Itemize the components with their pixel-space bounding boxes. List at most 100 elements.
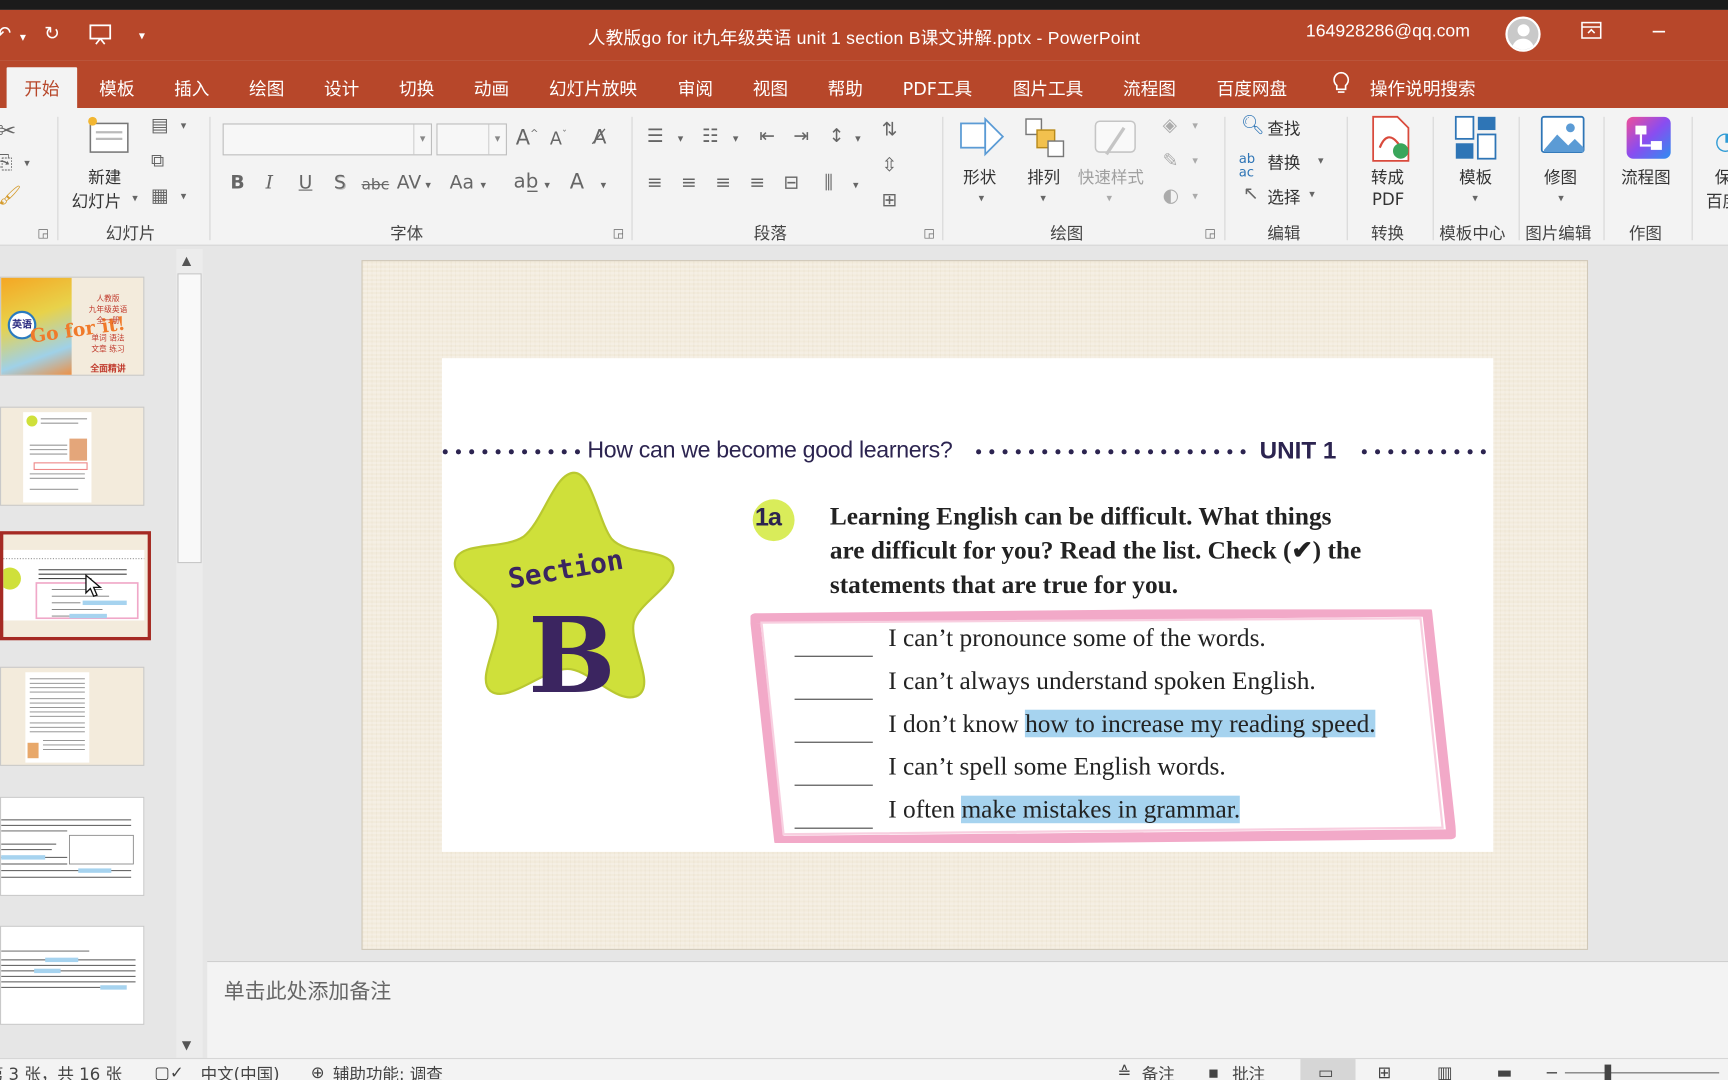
numbering-icon[interactable]: ☷: [702, 127, 719, 147]
convert-pdf-label[interactable]: 转成: [1371, 165, 1404, 188]
tab-transitions[interactable]: 切换: [399, 74, 434, 100]
shadow-icon[interactable]: S: [334, 174, 346, 193]
copy-dropdown-icon[interactable]: ▾: [24, 158, 30, 170]
shape-fill-icon[interactable]: ◈: [1163, 116, 1177, 136]
italic-icon[interactable]: I: [266, 174, 273, 193]
shapes-icon[interactable]: [959, 115, 1007, 161]
clear-format-icon[interactable]: A̸: [593, 127, 607, 148]
scrollbar-thumb[interactable]: [177, 273, 202, 564]
notes-button[interactable]: 备注: [1142, 1062, 1175, 1080]
thumbnails-scrollbar[interactable]: ▲ ▼: [176, 249, 203, 1058]
checkbox-blank[interactable]: [794, 655, 873, 657]
new-slide-dropdown-icon[interactable]: ▾: [132, 193, 138, 205]
chevron-down-icon[interactable]: ▾: [1318, 156, 1324, 167]
cut-icon[interactable]: ✂: [0, 119, 16, 141]
chevron-down-icon[interactable]: ▾: [1192, 121, 1198, 132]
comments-icon[interactable]: ▪: [1208, 1062, 1219, 1080]
new-slide-icon[interactable]: [86, 115, 130, 157]
chevron-down-icon[interactable]: ▾: [413, 124, 431, 155]
section-dropdown-icon[interactable]: ▾: [181, 191, 187, 203]
reset-icon[interactable]: ⧉: [151, 152, 164, 171]
chevron-down-icon[interactable]: ▾: [1106, 193, 1112, 205]
bullets-icon[interactable]: ☰: [647, 127, 664, 147]
chevron-down-icon[interactable]: ▾: [979, 193, 985, 205]
chevron-down-icon[interactable]: ▾: [1558, 193, 1564, 205]
strikethrough-icon[interactable]: abc: [361, 177, 389, 192]
zoom-slider-thumb[interactable]: [1604, 1064, 1612, 1080]
replace-icon[interactable]: ab ac: [1239, 152, 1256, 178]
quick-styles-label[interactable]: 快速样式: [1078, 165, 1144, 188]
chevron-down-icon[interactable]: ▾: [855, 134, 861, 145]
normal-view-icon[interactable]: ▭: [1318, 1062, 1334, 1080]
tab-baidu-netdisk[interactable]: 百度网盘: [1217, 74, 1288, 100]
underline-icon[interactable]: U: [299, 174, 313, 193]
columns-icon[interactable]: ⫼: [824, 174, 833, 193]
scroll-up-icon[interactable]: ▲: [182, 253, 191, 267]
align-right-icon[interactable]: ≡: [715, 174, 731, 193]
language-status[interactable]: 中文(中国): [201, 1062, 280, 1080]
chevron-down-icon[interactable]: ▾: [488, 124, 506, 155]
accessibility-icon[interactable]: ⊕: [311, 1062, 325, 1080]
zoom-out-icon[interactable]: −: [1545, 1062, 1559, 1080]
picture-edit-icon[interactable]: [1540, 115, 1586, 159]
tab-flowchart[interactable]: 流程图: [1123, 74, 1176, 100]
chevron-down-icon[interactable]: ▾: [733, 134, 739, 145]
chevron-down-icon[interactable]: ▾: [544, 180, 550, 192]
account-email[interactable]: 164928286@qq.com: [1306, 22, 1470, 42]
chevron-down-icon[interactable]: ▾: [1040, 193, 1046, 205]
tab-view[interactable]: 视图: [753, 74, 788, 100]
replace-label[interactable]: 替换: [1267, 151, 1300, 174]
tab-animations[interactable]: 动画: [474, 74, 509, 100]
template-label[interactable]: 模板: [1459, 165, 1492, 188]
convert-pdf-label-2[interactable]: PDF: [1372, 190, 1404, 210]
flowchart-label[interactable]: 流程图: [1621, 165, 1671, 188]
checkbox-blank[interactable]: [794, 741, 873, 743]
slide-thumbnail-3-selected[interactable]: [0, 531, 151, 641]
slideshow-view-icon[interactable]: ▬: [1497, 1062, 1513, 1080]
distributed-icon[interactable]: ⊟: [784, 174, 800, 193]
slide-thumbnail-6[interactable]: [0, 925, 145, 1025]
minimize-icon[interactable]: ─: [1653, 21, 1665, 44]
chevron-down-icon[interactable]: ▾: [425, 180, 431, 192]
clipboard-launcher-icon[interactable]: ◲: [37, 227, 48, 239]
tab-insert[interactable]: 插入: [174, 74, 209, 100]
layout-icon[interactable]: ▤: [151, 116, 169, 136]
chevron-down-icon[interactable]: ▾: [1472, 193, 1478, 205]
accessibility-status[interactable]: 辅助功能: 调查: [333, 1062, 443, 1080]
shape-effects-icon[interactable]: ◐: [1163, 187, 1179, 206]
copy-icon[interactable]: ⎘: [0, 154, 13, 173]
tab-template[interactable]: 模板: [99, 74, 134, 100]
align-text-icon[interactable]: ⇳: [882, 156, 898, 175]
find-icon[interactable]: 🔍︎: [1241, 116, 1265, 136]
bold-icon[interactable]: B: [230, 174, 244, 193]
shape-outline-icon[interactable]: ✎: [1163, 152, 1179, 171]
picture-edit-label[interactable]: 修图: [1544, 165, 1577, 188]
justify-icon[interactable]: ≡: [749, 174, 765, 193]
font-launcher-icon[interactable]: ◲: [613, 227, 624, 239]
new-slide-label-2[interactable]: 幻灯片: [72, 190, 122, 213]
tab-picture-tools[interactable]: 图片工具: [1013, 74, 1084, 100]
highlight-color-icon[interactable]: ab̲: [514, 171, 539, 192]
notes-placeholder[interactable]: 单击此处添加备注: [224, 975, 392, 1005]
checkbox-blank[interactable]: [794, 784, 873, 786]
slide-thumbnail-5[interactable]: [0, 796, 145, 896]
checkbox-blank[interactable]: [794, 698, 873, 700]
arrange-icon[interactable]: [1024, 117, 1068, 161]
line-spacing-icon[interactable]: ↕: [829, 127, 845, 147]
align-left-icon[interactable]: ≡: [647, 174, 663, 193]
zoom-slider[interactable]: [1564, 1072, 1720, 1074]
baidu-save-label-2[interactable]: 百度: [1706, 190, 1728, 213]
chevron-down-icon[interactable]: ▾: [678, 134, 684, 145]
tab-slideshow[interactable]: 幻灯片放映: [549, 74, 637, 100]
textbook-image[interactable]: How can we become good learners? UNIT 1 …: [441, 358, 1494, 852]
tab-design[interactable]: 设计: [324, 74, 359, 100]
format-painter-icon[interactable]: 🖌: [0, 187, 22, 206]
checkbox-blank[interactable]: [794, 827, 873, 829]
find-label[interactable]: 查找: [1267, 117, 1300, 140]
spellcheck-icon[interactable]: ▢✓: [154, 1062, 183, 1080]
tab-home[interactable]: 开始: [6, 67, 78, 108]
chevron-down-icon[interactable]: ▾: [1192, 191, 1198, 203]
template-icon[interactable]: [1454, 115, 1500, 163]
change-case-icon[interactable]: Aa: [450, 174, 474, 193]
chevron-down-icon[interactable]: ▾: [480, 180, 486, 192]
